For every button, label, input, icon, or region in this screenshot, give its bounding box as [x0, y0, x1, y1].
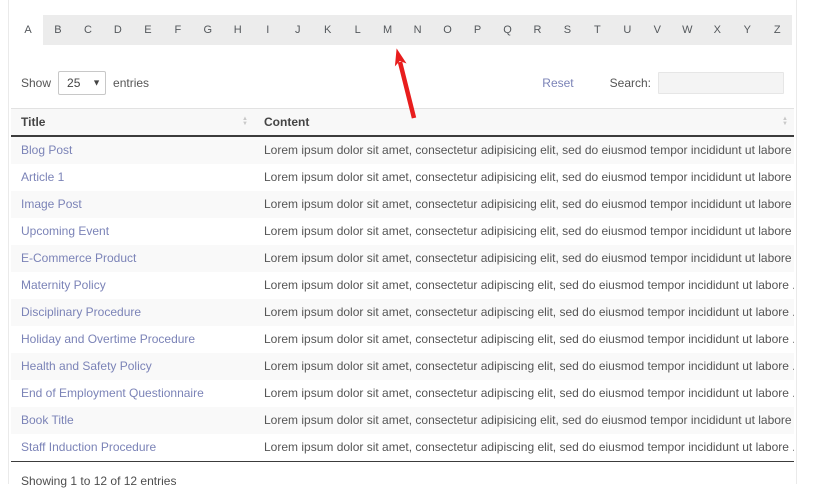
table-row: Staff Induction Procedure Lorem ipsum dol…: [11, 434, 794, 462]
sort-icon: ▲ ▼: [242, 117, 248, 127]
title-cell: Book Title: [11, 407, 254, 434]
title-cell: Article 1: [11, 164, 254, 191]
tab-letter-Y[interactable]: Y: [732, 15, 762, 45]
tab-letter-H[interactable]: H: [223, 15, 253, 45]
title-link[interactable]: Image Post: [21, 197, 82, 211]
table-row: Holiday and Overtime Procedure Lorem ipsu…: [11, 326, 794, 353]
tab-letter-T[interactable]: T: [582, 15, 612, 45]
tab-letter-U[interactable]: U: [612, 15, 642, 45]
title-link[interactable]: Upcoming Event: [21, 224, 109, 238]
title-link[interactable]: Blog Post: [21, 143, 72, 157]
tab-letter-L[interactable]: L: [343, 15, 373, 45]
tab-letter-R[interactable]: R: [522, 15, 552, 45]
content-cell: Lorem ipsum dolor sit amet, consectetur …: [254, 164, 794, 191]
table-row: Maternity Policy Lorem ipsum dolor sit am…: [11, 272, 794, 299]
content-cell: Lorem ipsum dolor sit amet, consectetur …: [254, 299, 794, 326]
tab-letter-M[interactable]: M: [373, 15, 403, 45]
tab-letter-X[interactable]: X: [702, 15, 732, 45]
column-title-label: Title: [21, 115, 45, 129]
title-link[interactable]: Book Title: [21, 413, 74, 427]
search-control: Reset Search:: [542, 72, 784, 94]
tab-letter-S[interactable]: S: [552, 15, 582, 45]
tab-letter-N[interactable]: N: [403, 15, 433, 45]
column-header-title[interactable]: Title ▲ ▼: [11, 109, 254, 137]
title-cell: Image Post: [11, 191, 254, 218]
tab-letter-Q[interactable]: Q: [493, 15, 523, 45]
tab-letter-C[interactable]: C: [73, 15, 103, 45]
sort-desc-icon: ▼: [242, 122, 248, 127]
tab-letter-P[interactable]: P: [463, 15, 493, 45]
content-cell: Lorem ipsum dolor sit amet, consectetur …: [254, 407, 794, 434]
title-cell: End of Employment Questionnaire: [11, 380, 254, 407]
table-header-row: Title ▲ ▼ Content ▲ ▼: [11, 109, 794, 137]
tab-letter-G[interactable]: G: [193, 15, 223, 45]
content-cell: Lorem ipsum dolor sit amet, consectetur …: [254, 380, 794, 407]
content-page: ABCDEFGHIJKLMNOPQRSTUVWXYZ Show 25 ▼ ent…: [8, 0, 797, 484]
tab-letter-Z[interactable]: Z: [762, 15, 792, 45]
content-cell: Lorem ipsum dolor sit amet, consectetur …: [254, 136, 794, 164]
title-link[interactable]: Staff Induction Procedure: [21, 440, 156, 454]
title-link[interactable]: Health and Safety Policy: [21, 359, 152, 373]
content-cell: Lorem ipsum dolor sit amet, consectetur …: [254, 191, 794, 218]
tab-letter-V[interactable]: V: [642, 15, 672, 45]
tab-letter-I[interactable]: I: [253, 15, 283, 45]
table-row: Image Post Lorem ipsum dolor sit amet, co…: [11, 191, 794, 218]
tab-letter-E[interactable]: E: [133, 15, 163, 45]
page-size-select[interactable]: 25: [58, 71, 106, 95]
tab-letter-A[interactable]: A: [13, 15, 43, 45]
sort-icon: ▲ ▼: [782, 117, 788, 127]
content-cell: Lorem ipsum dolor sit amet, consectetur …: [254, 272, 794, 299]
content-cell: Lorem ipsum dolor sit amet, consectetur …: [254, 353, 794, 380]
table-row: Disciplinary Procedure Lorem ipsum dolor …: [11, 299, 794, 326]
title-link[interactable]: End of Employment Questionnaire: [21, 386, 204, 400]
alphabet-tabbar: ABCDEFGHIJKLMNOPQRSTUVWXYZ: [13, 15, 792, 45]
table-row: Upcoming Event Lorem ipsum dolor sit amet…: [11, 218, 794, 245]
title-cell: Maternity Policy: [11, 272, 254, 299]
table-info: Showing 1 to 12 of 12 entries: [21, 474, 784, 488]
table-row: Article 1 Lorem ipsum dolor sit amet, con…: [11, 164, 794, 191]
table-row: End of Employment Questionnaire Lorem ips…: [11, 380, 794, 407]
sort-desc-icon: ▼: [782, 122, 788, 127]
tab-letter-B[interactable]: B: [43, 15, 73, 45]
title-cell: Holiday and Overtime Procedure: [11, 326, 254, 353]
tab-letter-K[interactable]: K: [313, 15, 343, 45]
title-link[interactable]: E-Commerce Product: [21, 251, 136, 265]
content-cell: Lorem ipsum dolor sit amet, consectetur …: [254, 245, 794, 272]
column-header-content[interactable]: Content ▲ ▼: [254, 109, 794, 137]
table-row: E-Commerce Product Lorem ipsum dolor sit …: [11, 245, 794, 272]
title-cell: Staff Induction Procedure: [11, 434, 254, 462]
page-length-control: Show 25 ▼ entries: [21, 71, 149, 95]
title-link[interactable]: Holiday and Overtime Procedure: [21, 332, 195, 346]
title-cell: Upcoming Event: [11, 218, 254, 245]
reset-link[interactable]: Reset: [542, 76, 573, 90]
content-cell: Lorem ipsum dolor sit amet, consectetur …: [254, 434, 794, 462]
table-row: Blog Post Lorem ipsum dolor sit amet, con…: [11, 136, 794, 164]
title-link[interactable]: Maternity Policy: [21, 278, 106, 292]
title-cell: Disciplinary Procedure: [11, 299, 254, 326]
show-label: Show: [21, 76, 51, 90]
title-cell: E-Commerce Product: [11, 245, 254, 272]
tab-letter-O[interactable]: O: [433, 15, 463, 45]
tab-letter-W[interactable]: W: [672, 15, 702, 45]
content-table: Title ▲ ▼ Content ▲ ▼ Blog Post Lorem ips…: [11, 108, 794, 462]
column-content-label: Content: [264, 115, 309, 129]
title-link[interactable]: Disciplinary Procedure: [21, 305, 141, 319]
table-controls: Show 25 ▼ entries Reset Search:: [21, 71, 784, 95]
tab-letter-D[interactable]: D: [103, 15, 133, 45]
content-cell: Lorem ipsum dolor sit amet, consectetur …: [254, 326, 794, 353]
page-size-select-wrap: 25 ▼: [58, 71, 106, 95]
table-row: Health and Safety Policy Lorem ipsum dolo…: [11, 353, 794, 380]
search-input[interactable]: [658, 72, 784, 94]
title-cell: Blog Post: [11, 136, 254, 164]
entries-label: entries: [113, 76, 149, 90]
table-row: Book Title Lorem ipsum dolor sit amet, co…: [11, 407, 794, 434]
search-label: Search:: [610, 76, 651, 90]
title-link[interactable]: Article 1: [21, 170, 64, 184]
tab-letter-F[interactable]: F: [163, 15, 193, 45]
content-cell: Lorem ipsum dolor sit amet, consectetur …: [254, 218, 794, 245]
tab-letter-J[interactable]: J: [283, 15, 313, 45]
title-cell: Health and Safety Policy: [11, 353, 254, 380]
